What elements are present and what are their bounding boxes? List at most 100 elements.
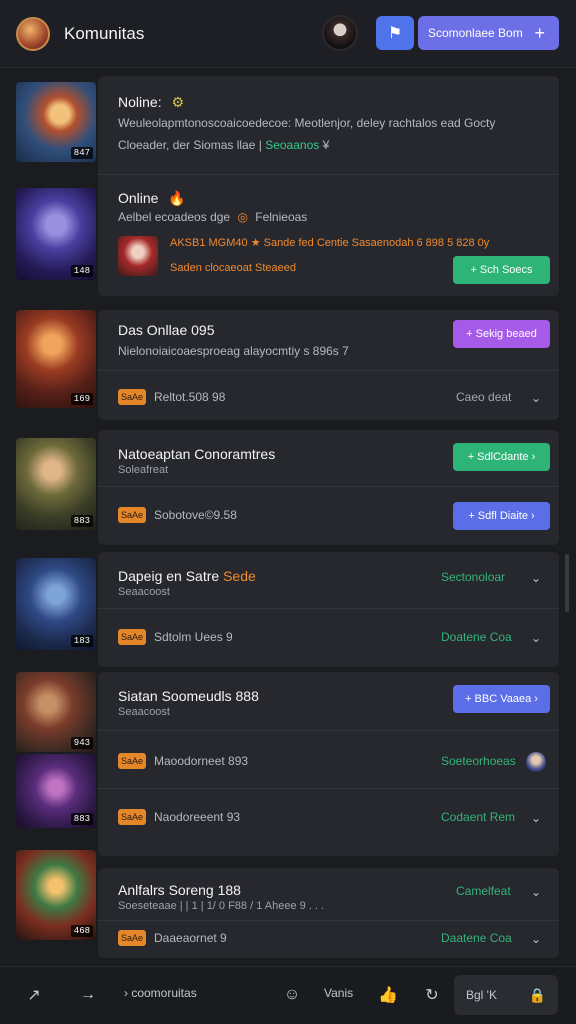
post-card: Anlfalrs Soreng 188 Soeseteaae | | 1 | 1… <box>98 868 559 958</box>
status-badge: SaAe <box>118 629 146 645</box>
share-icon[interactable]: ↗ <box>22 983 46 1007</box>
join-button[interactable]: + Sch Soecs <box>453 256 550 284</box>
post-subtitle: Soleafreat <box>118 464 169 476</box>
post-title-highlight: Sede <box>223 568 256 584</box>
create-community-button[interactable]: Scomonlaee Bom + <box>418 16 559 50</box>
divider <box>98 920 559 921</box>
post-body-text: Cloeader, der Siomas llae | <box>118 138 262 152</box>
page-title: Komunitas <box>64 23 145 43</box>
post-title: Noline: ⚙ <box>118 94 184 111</box>
thumbnail-badge: 148 <box>70 265 93 277</box>
plus-icon: + <box>534 23 545 43</box>
vanis-label[interactable]: Vanis <box>324 986 353 1000</box>
post-subtitle: Seaacoost <box>118 706 170 718</box>
post-meta: Naodoreeent 93 <box>154 810 241 824</box>
thumbnail-badge: 847 <box>70 147 93 159</box>
post-title: Online 🔥 <box>118 190 186 207</box>
post-title: Anlfalrs Soreng 188 <box>118 882 241 898</box>
refresh-icon[interactable]: ↻ <box>420 983 444 1007</box>
thumbnail-badge: 468 <box>70 925 93 937</box>
follow-button[interactable]: + Sekig beaed <box>453 320 550 348</box>
post-title: Dapeig en Satre Sede <box>118 568 256 584</box>
post-card: Dapeig en Satre Sede Seaacoost Sectonolo… <box>98 552 559 667</box>
post-thumbnail[interactable]: 883 <box>16 438 96 530</box>
chevron-down-icon[interactable]: ⌄ <box>528 931 544 947</box>
community-feed: 847 148 Noline: ⚙ Weuleolapmtonoscoaicoe… <box>0 68 576 966</box>
section-link[interactable]: Sectonoloar <box>441 570 505 584</box>
divider <box>98 370 559 371</box>
account-pill-label: Bgl 'K <box>466 988 497 1002</box>
post-title: Natoeaptan Conoramtres <box>118 446 276 462</box>
post-card: Das Onllae 095 Nielonoiaicoaesproeag ala… <box>98 310 559 420</box>
ring-icon: ◎ <box>237 210 248 224</box>
post-subtitle: Seaacoost <box>118 586 170 598</box>
section-link[interactable]: Daatene Coa <box>441 931 512 945</box>
post-card: Natoeaptan Conoramtres Soleafreat + SdlC… <box>98 430 559 545</box>
community-logo[interactable] <box>16 16 50 51</box>
post-tag-link[interactable]: Seoaanos <box>265 138 319 152</box>
post-card: Siatan Soomeudls 888 Seaacoost + BBC Vaa… <box>98 672 559 856</box>
notification-icon-button[interactable]: ⚑ <box>376 16 414 50</box>
forward-arrow-icon[interactable]: → <box>76 983 100 1007</box>
attachment-thumbnail[interactable] <box>118 236 158 276</box>
game-icon: ⚙ <box>171 94 185 110</box>
post-body-line: Cloeader, der Siomas llae | Seoaanos ¥ <box>118 138 329 152</box>
smile-icon[interactable]: ☺ <box>280 983 304 1007</box>
view-button[interactable]: + BBC Vaaea › <box>453 685 550 713</box>
status-badge: SaAe <box>118 809 146 825</box>
status-badge: SaAe <box>118 389 146 405</box>
chevron-down-icon[interactable]: ⌄ <box>528 884 544 900</box>
post-thumbnail[interactable]: 183 <box>16 558 96 650</box>
account-pill[interactable]: Bgl 'K 🔒 <box>454 975 558 1015</box>
thumbnail-badge: 883 <box>70 813 93 825</box>
post-title: Das Onllae 095 <box>118 322 215 338</box>
member-avatar[interactable] <box>526 752 546 772</box>
post-subtitle: Aelbel ecoadeos dge ◎ Felnieoas <box>118 210 307 224</box>
section-link[interactable]: Soeteorhoeas <box>441 754 516 768</box>
chevron-down-icon[interactable]: ⌄ <box>528 570 544 586</box>
scrollbar-thumb[interactable] <box>565 554 569 612</box>
post-highlight: AKSB1 MGM40 ★ Sande fed Centie Sasaenoda… <box>170 237 490 249</box>
user-avatar[interactable] <box>322 15 358 51</box>
post-meta: Reltot.508 98 <box>154 390 226 404</box>
post-subtitle-suffix: Felnieoas <box>255 210 308 224</box>
thumbnail-badge: 883 <box>70 515 93 527</box>
post-subtitle-text: Aelbel ecoadeos dge <box>118 210 231 224</box>
divider <box>98 788 559 789</box>
post-thumbnail[interactable]: 883 <box>16 754 96 828</box>
post-subtitle: Soeseteaae | | 1 | 1/ 0 F88 / 1 Aheee 9 … <box>118 900 325 912</box>
post-title-text: Online <box>118 190 159 206</box>
divider <box>98 174 559 175</box>
post-meta: Daaeaornet 9 <box>154 931 227 945</box>
status-badge: SaAe <box>118 753 146 769</box>
post-thumbnail[interactable]: 943 <box>16 672 96 752</box>
thumbnail-badge: 183 <box>70 635 93 647</box>
post-title-text: Noline: <box>118 94 162 110</box>
section-link[interactable]: Camelfeat <box>456 884 511 898</box>
post-thumbnail[interactable]: 148 <box>16 188 96 280</box>
lock-icon: 🔒 <box>528 986 546 1003</box>
chevron-down-icon[interactable]: ⌄ <box>528 810 544 826</box>
post-thumbnail[interactable]: 847 <box>16 82 96 162</box>
section-link[interactable]: Doatene Coa <box>441 630 512 644</box>
chevron-down-icon[interactable]: ⌄ <box>528 630 544 646</box>
thumbnail-badge: 169 <box>70 393 93 405</box>
thumbnail-badge: 943 <box>70 737 93 749</box>
breadcrumb[interactable]: › coomoruitas <box>124 986 197 1000</box>
post-meta: Sobotove©9.58 <box>154 508 237 522</box>
post-body: Weuleolapmtonoscoaicoedecoe: Meotlenjor,… <box>118 116 496 130</box>
post-title: Siatan Soomeudls 888 <box>118 688 259 704</box>
section-link[interactable]: Codaent Rem <box>441 810 515 824</box>
post-meta: Maoodorneet 893 <box>154 754 249 768</box>
post-thumbnail[interactable]: 169 <box>16 310 96 408</box>
chevron-down-icon[interactable]: ⌄ <box>528 390 544 406</box>
post-thumbnail[interactable]: 468 <box>16 850 96 940</box>
post-meta: Sdtolm Uees 9 <box>154 630 233 644</box>
flag-icon: ⚑ <box>387 25 403 42</box>
thumbs-up-icon[interactable]: 👍 <box>376 983 400 1007</box>
details-link[interactable]: Caeo deat <box>456 390 511 404</box>
post-highlight-secondary: Saden clocaeoat Steaeed <box>170 262 296 274</box>
join-button[interactable]: + SdlCdante › <box>453 443 550 471</box>
divider <box>98 608 559 609</box>
view-button[interactable]: + Sdfl Diaite › <box>453 502 550 530</box>
